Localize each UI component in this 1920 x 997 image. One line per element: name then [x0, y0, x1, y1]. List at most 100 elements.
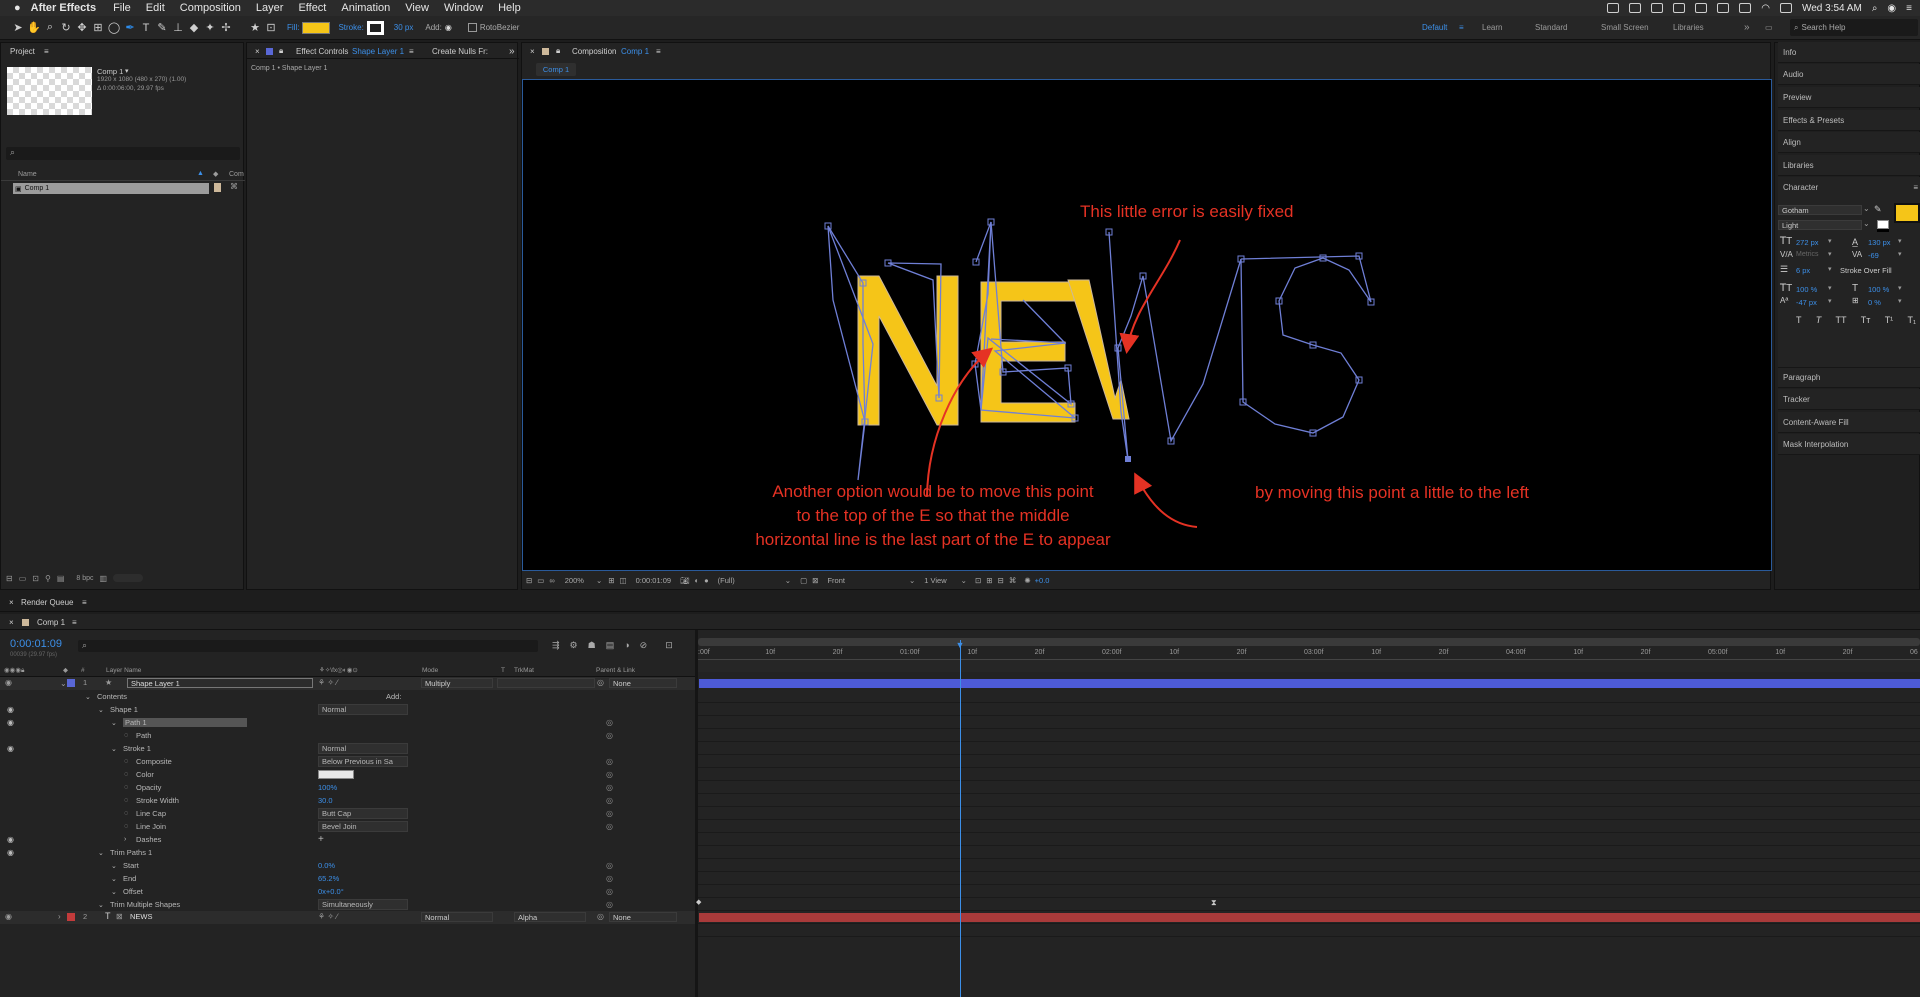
property-value[interactable]: Bevel Join	[318, 821, 408, 832]
visibility-eye-icon[interactable]: ◉	[7, 835, 14, 844]
info-panel[interactable]: Info	[1778, 42, 1920, 63]
property-value[interactable]: Add:	[386, 692, 401, 701]
property-value[interactable]: 30.0	[318, 796, 333, 805]
cloud-icon[interactable]	[1651, 3, 1664, 13]
chevron-down-icon[interactable]: ⌄	[961, 576, 967, 585]
expand-chevron-icon[interactable]: ⌄	[111, 862, 117, 870]
chevron-down-icon[interactable]: ▾	[1898, 237, 1902, 245]
property-value[interactable]: 100%	[318, 783, 337, 792]
close-tab-icon[interactable]: ×	[9, 614, 14, 630]
menu-layer[interactable]: Layer	[256, 2, 284, 14]
layer2-parent-select[interactable]: None	[609, 912, 677, 922]
visibility-eye-icon[interactable]: ◉	[7, 744, 14, 753]
workspace-libraries[interactable]: Libraries	[1673, 23, 1704, 32]
delete-icon[interactable]: ▥	[100, 574, 108, 583]
property-value[interactable]: Normal	[318, 743, 408, 754]
fast-preview-icon[interactable]: ⊞	[986, 576, 992, 585]
menu-effect[interactable]: Effect	[298, 2, 326, 14]
all-caps-button[interactable]: TT	[1836, 315, 1847, 325]
stopwatch-icon[interactable]: ◌	[124, 797, 128, 804]
menu-view[interactable]: View	[405, 2, 429, 14]
layer-switches-icon[interactable]: ⚘ ✧ ∕	[318, 678, 338, 687]
character-panel-header[interactable]: Character ≡	[1778, 177, 1920, 198]
kerning-value[interactable]: Metrics	[1796, 251, 1819, 258]
exposure-icon[interactable]: ✺	[1024, 576, 1030, 585]
tracking-value[interactable]: -69	[1868, 251, 1879, 260]
region-of-interest-icon[interactable]: ▢	[800, 576, 807, 585]
time-ruler[interactable]: :00f 10f 20f 01:00f 10f 20f 02:00f 10f 20f 03:00f…	[698, 646, 1920, 660]
layer1-mode-select[interactable]: Multiply	[421, 678, 493, 688]
horizontal-scale-value[interactable]: 100 %	[1868, 285, 1889, 294]
faux-bold-button[interactable]: T	[1796, 315, 1802, 325]
grid-icon[interactable]: ⊞	[608, 576, 614, 585]
interpret-footage-icon[interactable]: ⊟	[6, 574, 13, 583]
col-comment[interactable]: Com	[229, 171, 244, 178]
ellipse-tool-icon[interactable]: ◯	[107, 21, 121, 35]
visibility-eye-icon[interactable]: ◉	[7, 718, 14, 727]
add-icon[interactable]: ◉	[445, 23, 452, 32]
property-value[interactable]: 65.2%	[318, 874, 339, 883]
menu-help[interactable]: Help	[498, 2, 521, 14]
chevron-down-icon[interactable]: ⌄	[909, 576, 915, 585]
render-queue-tab[interactable]: Render Queue	[21, 594, 73, 610]
zoom-tool-icon[interactable]: ⌕	[43, 21, 57, 35]
property-row[interactable]: ⌄ Offset 0x+0.0° ◎	[0, 885, 695, 898]
menu-edit[interactable]: Edit	[146, 2, 165, 14]
snapshot-icon[interactable]: 📷︎	[680, 576, 690, 585]
sort-icon[interactable]: ▲	[197, 170, 204, 177]
layer1-parent-select[interactable]: None	[609, 678, 677, 688]
panel-menu-icon[interactable]: ≡	[72, 614, 77, 630]
pin-icon[interactable]: ⚲	[45, 574, 51, 583]
fill-label[interactable]: Fill:	[287, 23, 299, 32]
preview-panel[interactable]: Preview	[1778, 87, 1920, 108]
type-tool-icon[interactable]: T	[139, 21, 153, 35]
small-caps-button[interactable]: Tт	[1861, 315, 1871, 325]
zoom-value[interactable]: 200%	[565, 576, 584, 585]
layer1-duration-bar[interactable]	[699, 679, 1920, 688]
visibility-eye-icon[interactable]: ◉	[7, 705, 14, 714]
layer-label-swatch[interactable]	[67, 913, 75, 921]
puppet-tool-icon[interactable]: ✢	[219, 21, 233, 35]
property-value[interactable]: 0x+0.0°	[318, 887, 344, 896]
property-row[interactable]: ◌ Path ◎	[0, 729, 695, 742]
timeline-icon[interactable]: ⊟	[998, 576, 1004, 585]
visibility-eye-icon[interactable]: ◉	[7, 848, 14, 857]
graph-toggle-icon[interactable]: ⊡	[665, 640, 673, 651]
workspace-learn[interactable]: Learn	[1482, 23, 1502, 32]
leading-value[interactable]: 130 px	[1868, 238, 1891, 247]
playhead-handle-icon[interactable]: ▼	[956, 640, 965, 650]
brush-tool-icon[interactable]: ✎	[155, 21, 169, 35]
search-box-icon[interactable]: ▭	[1765, 23, 1773, 32]
menu-composition[interactable]: Composition	[180, 2, 241, 14]
pickwhip-icon[interactable]: ◎	[597, 912, 604, 921]
pen-tool-icon[interactable]: ✒	[123, 21, 137, 35]
timeline-search-input[interactable]: ⌕	[78, 640, 538, 652]
content-aware-fill-panel[interactable]: Content-Aware Fill	[1778, 412, 1920, 433]
expression-pickwhip-icon[interactable]: ◎	[606, 770, 613, 779]
panel-menu-icon[interactable]: ≡	[1913, 183, 1918, 192]
star-icon[interactable]: ★	[248, 21, 262, 35]
expression-pickwhip-icon[interactable]: ◎	[606, 809, 613, 818]
pickwhip-icon[interactable]: ◎	[597, 678, 604, 687]
graph-editor-icon[interactable]: ⊘	[640, 640, 648, 651]
close-tab-icon[interactable]: ×	[9, 594, 14, 610]
lock-icon[interactable]: 🔒︎	[279, 43, 283, 59]
draft-3d-icon[interactable]: ⚙	[570, 640, 578, 651]
mask-interpolation-panel[interactable]: Mask Interpolation	[1778, 434, 1920, 455]
chevron-down-icon[interactable]: ▾	[1828, 237, 1832, 245]
keyframe-end[interactable]: ⧗	[1211, 898, 1217, 908]
col-name[interactable]: Name	[18, 171, 37, 178]
workspace-default[interactable]: Default	[1422, 23, 1447, 32]
tsume-value[interactable]: 0 %	[1868, 298, 1881, 307]
project-search-input[interactable]: ⌕	[6, 147, 240, 160]
composition-tab-name[interactable]: Comp 1	[621, 43, 649, 59]
bit-depth[interactable]: 8 bpc	[76, 575, 93, 582]
font-family-select[interactable]: Gotham	[1778, 205, 1862, 215]
panel-menu-icon[interactable]: ≡	[82, 594, 87, 610]
audio-panel[interactable]: Audio	[1778, 64, 1920, 85]
comp-viewer[interactable]: This little error is easily fixed by mov…	[522, 79, 1772, 571]
layer-name[interactable]: NEWS	[130, 912, 153, 921]
chevron-down-icon[interactable]: ▾	[1828, 284, 1832, 292]
layer-name-field[interactable]: Shape Layer 1	[127, 678, 313, 688]
col-number[interactable]: #	[81, 667, 85, 674]
